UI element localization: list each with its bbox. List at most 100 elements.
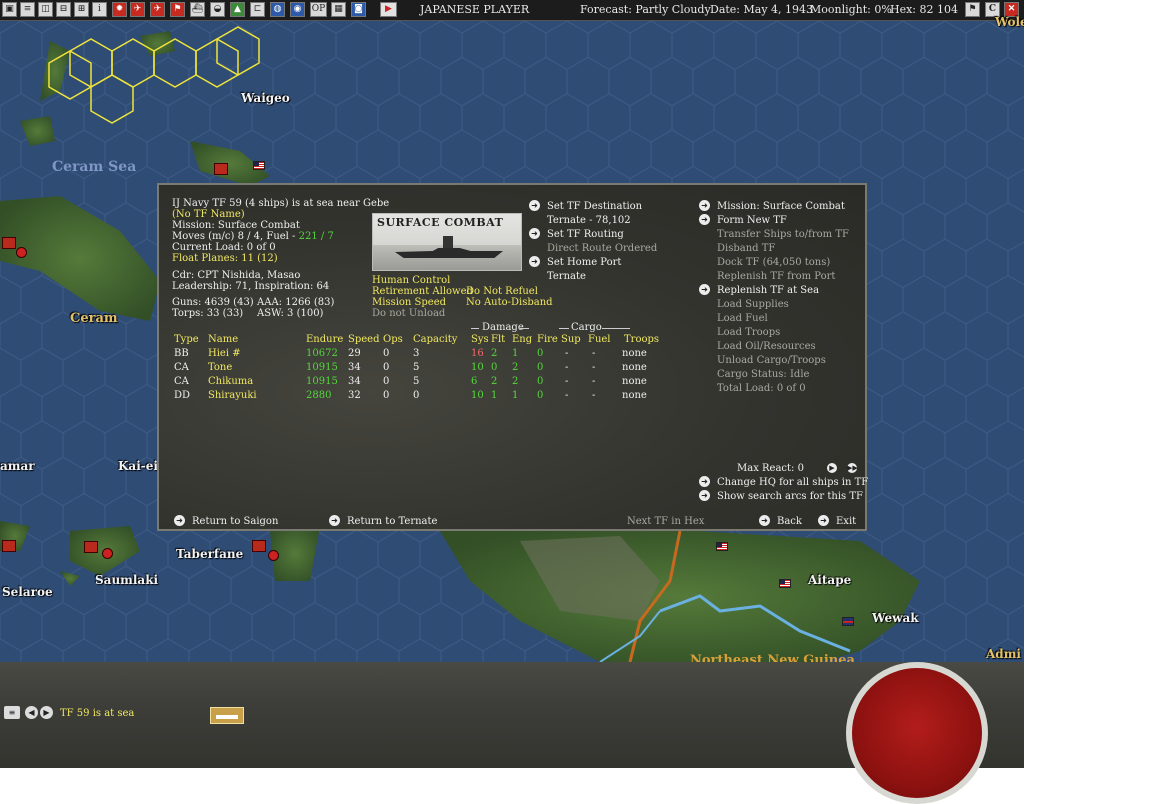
do-not-unload-toggle[interactable]: Do not Unload — [372, 308, 445, 320]
globe-icon[interactable]: ◍ — [270, 2, 285, 17]
place-admi[interactable]: Admi — [986, 647, 1021, 661]
col-eng[interactable]: Eng — [512, 334, 532, 346]
arrow-icon[interactable]: ➜ — [699, 200, 710, 211]
col-sys[interactable]: Sys — [471, 334, 489, 346]
return-ternate-button[interactable]: Return to Ternate — [347, 516, 437, 528]
place-selaroe[interactable]: Selaroe — [2, 585, 53, 599]
airfield-icon[interactable] — [268, 550, 279, 561]
set-destination-button[interactable]: Set TF Destination — [547, 201, 642, 213]
report-icon[interactable]: ≡ — [20, 2, 35, 17]
arrow-icon[interactable]: ➜ — [759, 515, 770, 526]
arrow-icon[interactable]: ➜ — [818, 515, 829, 526]
col-speed[interactable]: Speed — [348, 334, 380, 346]
col-troops[interactable]: Troops — [624, 334, 659, 346]
place-taberfane[interactable]: Taberfane — [176, 547, 243, 561]
next-icon[interactable]: ▶ — [40, 706, 53, 719]
col-ops[interactable]: Ops — [383, 334, 403, 346]
options-icon[interactable]: OP — [310, 2, 327, 17]
japanese-base-icon[interactable] — [2, 237, 16, 249]
next-tf-button[interactable]: Next TF in Hex — [627, 516, 704, 528]
return-saigon-button[interactable]: Return to Saigon — [192, 516, 278, 528]
info-icon[interactable]: i — [92, 2, 107, 17]
airfield-icon[interactable] — [102, 548, 113, 559]
col-capacity[interactable]: Capacity — [413, 334, 457, 346]
mission-image[interactable]: SURFACE COMBAT — [372, 213, 522, 271]
transfer-ships-button[interactable]: Transfer Ships to/from TF — [717, 229, 849, 241]
end-turn-icon[interactable]: ▶ — [380, 2, 397, 17]
us-flag-icon[interactable] — [779, 579, 791, 588]
disband-tf-button[interactable]: Disband TF — [717, 243, 775, 255]
col-endure[interactable]: Endure — [306, 334, 343, 346]
japan-flag-icon[interactable]: ✹ — [112, 2, 127, 17]
change-hq-button[interactable]: Change HQ for all ships in TF — [717, 477, 868, 489]
form-new-tf-button[interactable]: Form New TF — [717, 215, 787, 227]
back-button[interactable]: Back — [777, 516, 802, 528]
bases-report-icon[interactable]: ◫ — [38, 2, 53, 17]
col-fire[interactable]: Fire — [537, 334, 558, 346]
col-type[interactable]: Type — [174, 334, 199, 346]
tf-float-planes[interactable]: Float Planes: 11 (12) — [172, 253, 278, 265]
japanese-base-icon[interactable] — [252, 540, 266, 552]
set-home-port-button[interactable]: Set Home Port — [547, 257, 621, 269]
taskforce-ship-icon[interactable] — [210, 707, 244, 724]
ship-name[interactable]: Tone — [208, 362, 232, 374]
no-auto-disband-toggle[interactable]: No Auto-Disband — [466, 297, 553, 309]
col-sup[interactable]: Sup — [561, 334, 581, 346]
col-name[interactable]: Name — [208, 334, 238, 346]
place-waigeo[interactable]: Waigeo — [241, 91, 290, 105]
ship-icon[interactable]: ⛴ — [190, 2, 205, 17]
convoy-icon[interactable]: ⊏ — [250, 2, 265, 17]
ship-name[interactable]: Chikuma — [208, 376, 253, 388]
us-flag-icon[interactable] — [716, 542, 728, 551]
ground-units-icon[interactable]: ▲ — [230, 2, 245, 17]
airfield-icon[interactable] — [16, 247, 27, 258]
japanese-base-icon[interactable] — [214, 163, 228, 175]
show-search-arcs-button[interactable]: Show search arcs for this TF — [717, 491, 863, 503]
replenish-port-button[interactable]: Replenish TF from Port — [717, 271, 835, 283]
arrow-icon[interactable]: ➜ — [329, 515, 340, 526]
uk-flag-icon[interactable] — [842, 617, 854, 626]
flag-toggle-icon[interactable]: ⚑ — [965, 2, 980, 17]
submarine-icon[interactable]: ◒ — [210, 2, 225, 17]
place-wewak[interactable]: Wewak — [872, 611, 919, 625]
arrow-icon[interactable]: ➜ — [699, 214, 710, 225]
dock-tf-button[interactable]: Dock TF (64,050 tons) — [717, 257, 830, 269]
aircraft-icon[interactable]: ✈ — [150, 2, 165, 17]
load-fuel-button[interactable]: Load Fuel — [717, 313, 768, 325]
place-amar[interactable]: amar — [0, 459, 35, 473]
place-aitape[interactable]: Aitape — [808, 573, 851, 587]
play-icon[interactable]: ▶ — [827, 463, 837, 473]
replenish-sea-button[interactable]: Replenish TF at Sea — [717, 285, 819, 297]
home-icon[interactable]: ▣ — [2, 2, 17, 17]
place-kai-eil[interactable]: Kai-eil — [118, 459, 163, 473]
air-group-icon[interactable]: ✈ — [130, 2, 145, 17]
col-fuel[interactable]: Fuel — [588, 334, 611, 346]
ship-name[interactable]: Shirayuki — [208, 390, 257, 402]
ship-name[interactable]: Hiei # — [208, 348, 241, 360]
col-flt[interactable]: Flt — [491, 334, 505, 346]
exit-button[interactable]: Exit — [836, 516, 856, 528]
taskforce-report-icon[interactable]: ⊟ — [56, 2, 71, 17]
load-oil-button[interactable]: Load Oil/Resources — [717, 341, 816, 353]
load-supplies-button[interactable]: Load Supplies — [717, 299, 789, 311]
mission-button[interactable]: Mission: Surface Combat — [717, 201, 845, 213]
place-wole[interactable]: Wole — [995, 15, 1024, 29]
previous-icon[interactable]: ◀ — [25, 706, 38, 719]
unload-cargo-button[interactable]: Unload Cargo/Troops — [717, 355, 826, 367]
load-troops-button[interactable]: Load Troops — [717, 327, 780, 339]
japanese-base-icon[interactable] — [2, 540, 16, 552]
arrow-icon[interactable]: ➜ — [174, 515, 185, 526]
arrow-icon[interactable]: ➜ — [699, 284, 710, 295]
us-flag-icon[interactable] — [253, 161, 265, 170]
grid-icon[interactable]: ▦ — [331, 2, 346, 17]
world-map-icon[interactable]: ◉ — [290, 2, 305, 17]
place-ceram[interactable]: Ceram — [70, 311, 118, 326]
arrow-icon[interactable]: ➜ — [699, 476, 710, 487]
japanese-base-icon[interactable] — [84, 541, 98, 553]
arrow-icon[interactable]: ➜ — [529, 200, 540, 211]
taskforce-list-icon[interactable]: ≡ — [4, 706, 20, 719]
flag-marker-icon[interactable]: ⚑ — [170, 2, 185, 17]
tf-status-text[interactable]: TF 59 is at sea — [60, 708, 134, 719]
arrow-icon[interactable]: ➜ — [529, 228, 540, 239]
fast-forward-icon[interactable]: ▶▶ — [847, 463, 858, 473]
